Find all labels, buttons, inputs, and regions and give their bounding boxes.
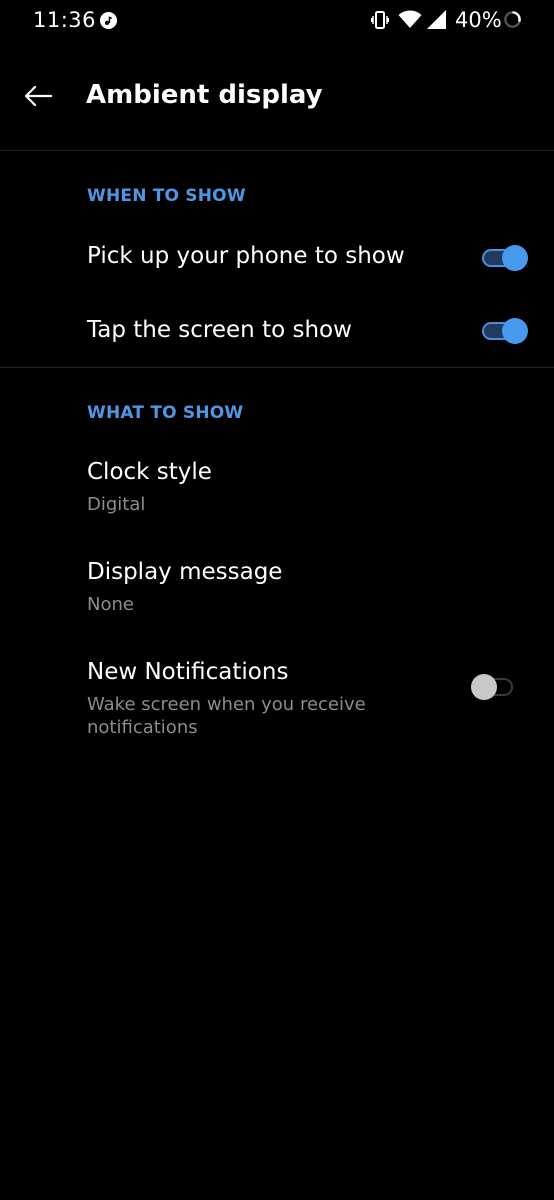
setting-title: Pick up your phone to show bbox=[87, 243, 405, 269]
setting-row-clock-style[interactable]: Clock style Digital bbox=[0, 446, 554, 536]
setting-value: Digital bbox=[87, 494, 146, 515]
setting-title: Display message bbox=[87, 559, 283, 585]
setting-title: Tap the screen to show bbox=[87, 317, 352, 343]
setting-summary: Wake screen when you receive notificatio… bbox=[87, 694, 366, 738]
back-arrow-icon bbox=[24, 85, 53, 107]
battery-percentage: 40% bbox=[455, 8, 502, 32]
music-icon bbox=[99, 11, 118, 30]
battery-icon bbox=[504, 11, 521, 28]
toggle-thumb bbox=[502, 318, 528, 344]
setting-row-tap[interactable]: Tap the screen to show bbox=[0, 296, 554, 366]
status-bar: 11:36 40% bbox=[0, 0, 554, 42]
pickup-toggle[interactable] bbox=[480, 243, 528, 273]
setting-row-new-notifications[interactable]: New Notifications Wake screen when you r… bbox=[0, 646, 554, 756]
setting-title: New Notifications bbox=[87, 659, 289, 685]
setting-row-display-message[interactable]: Display message None bbox=[0, 546, 554, 636]
back-button[interactable] bbox=[16, 74, 60, 118]
app-bar: Ambient display bbox=[0, 56, 554, 150]
section-header-when-to-show: WHEN TO SHOW bbox=[87, 186, 246, 206]
signal-icon bbox=[427, 10, 446, 29]
vibrate-icon bbox=[371, 11, 389, 29]
toggle-thumb bbox=[471, 674, 497, 700]
tap-toggle[interactable] bbox=[480, 316, 528, 346]
setting-value: None bbox=[87, 594, 134, 615]
status-time: 11:36 bbox=[33, 8, 97, 32]
setting-title: Clock style bbox=[87, 459, 212, 485]
section-header-what-to-show: WHAT TO SHOW bbox=[87, 403, 244, 423]
new-notifications-toggle[interactable] bbox=[471, 672, 519, 702]
divider bbox=[0, 150, 554, 151]
page-title: Ambient display bbox=[86, 80, 323, 110]
toggle-thumb bbox=[502, 245, 528, 271]
wifi-icon bbox=[398, 10, 422, 28]
divider bbox=[0, 367, 554, 368]
setting-row-pickup[interactable]: Pick up your phone to show bbox=[0, 222, 554, 294]
